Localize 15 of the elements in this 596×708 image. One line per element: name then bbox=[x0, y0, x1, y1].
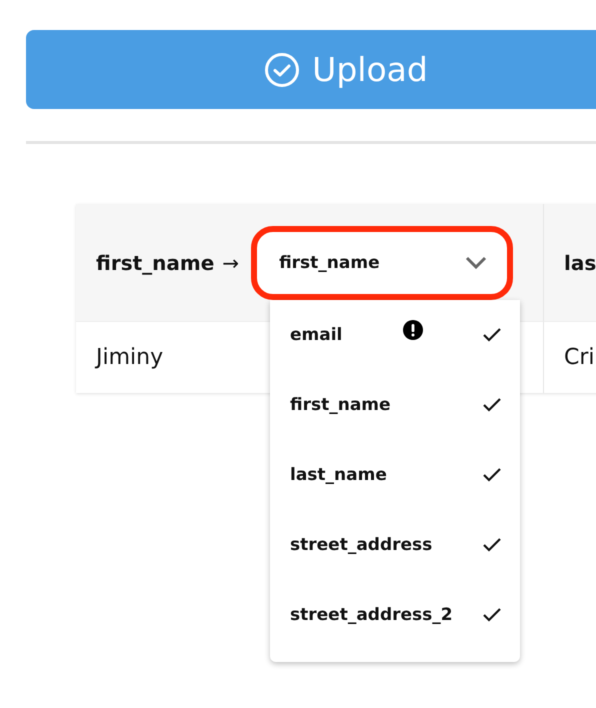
chevron-down-icon bbox=[465, 256, 488, 269]
field-select[interactable]: first_name bbox=[251, 226, 514, 300]
check-circle-icon bbox=[264, 52, 300, 88]
column-name: first_name bbox=[96, 250, 214, 274]
option-label: street_address_2 bbox=[290, 605, 453, 625]
option-label: first_name bbox=[290, 395, 391, 415]
dropdown-option[interactable]: street_address_2 bbox=[270, 580, 520, 650]
option-label: email bbox=[290, 325, 342, 345]
table-cell: Cri bbox=[544, 321, 596, 393]
dropdown-option[interactable]: street_address bbox=[270, 510, 520, 580]
column-name: las bbox=[564, 250, 596, 274]
option-label: street_address bbox=[290, 535, 432, 555]
option-label: last_name bbox=[290, 465, 387, 485]
arrow-text: → bbox=[222, 250, 240, 274]
dropdown-option[interactable]: last_name bbox=[270, 440, 520, 510]
